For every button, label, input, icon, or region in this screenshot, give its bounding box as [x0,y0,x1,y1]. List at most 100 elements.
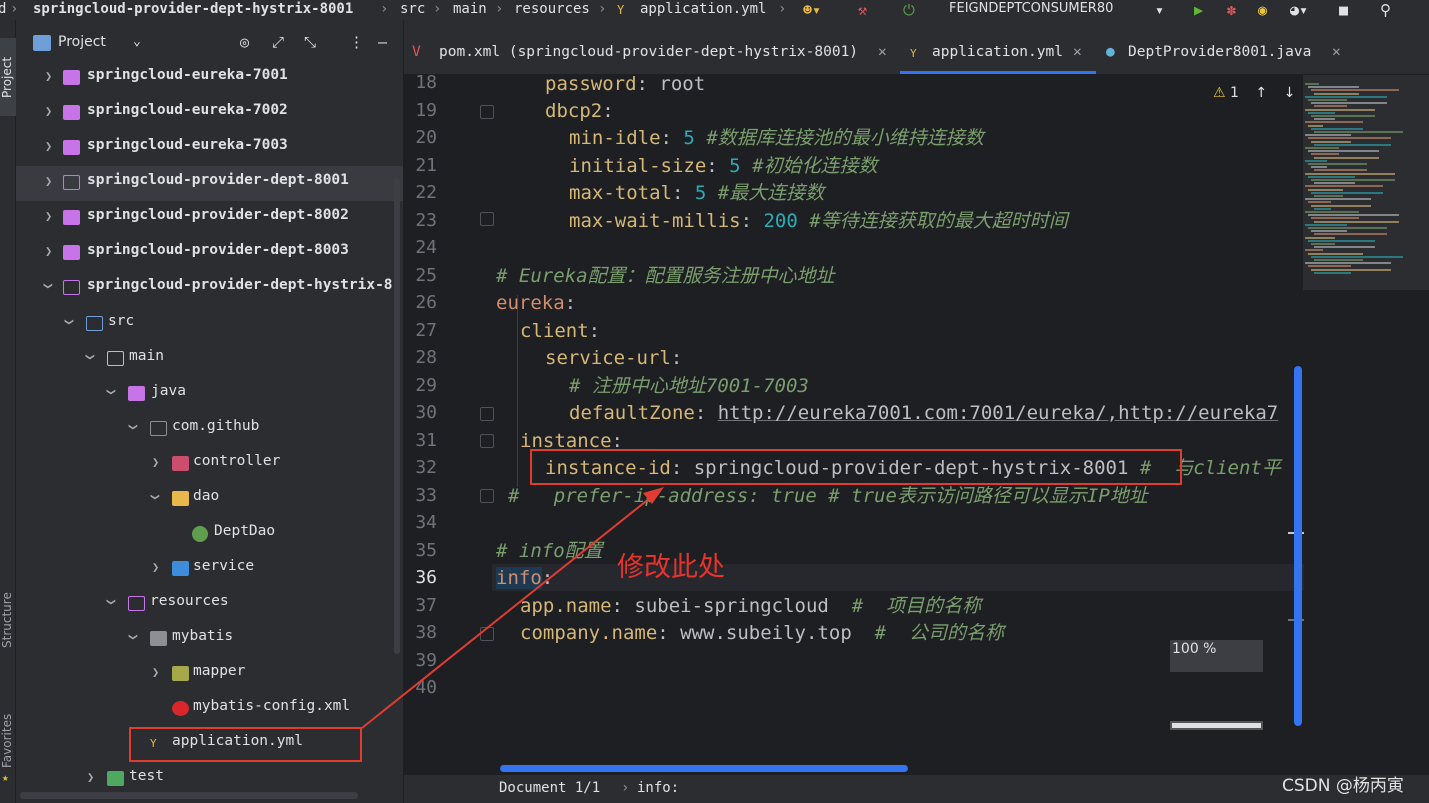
tree-item-label: service [193,558,255,574]
minimap[interactable] [1303,75,1429,290]
chevron-right-icon[interactable]: ❯ [87,770,94,784]
coverage-icon[interactable]: ◉ [1258,1,1267,19]
chevron-right-icon[interactable]: ❯ [152,665,159,679]
tree-item-folder[interactable]: ❯ mybatis [16,622,403,657]
users-icon[interactable]: ☻▾ [803,1,821,19]
chevron-right-icon[interactable]: ❯ [45,69,52,83]
arrow-down-icon[interactable]: ↓ [1284,85,1296,101]
tree-item-folder[interactable]: ❯ mapper [16,657,403,692]
tree-item-file[interactable]: mybatis-config.xml [16,692,403,727]
tree-item-folder[interactable]: ❯ src [16,307,403,342]
fold-marker[interactable] [480,434,494,448]
chevron-right-icon[interactable]: ❯ [45,174,52,188]
arrow-up-icon[interactable]: ↑ [1255,85,1267,101]
tree-item-module[interactable]: ❯ springcloud-provider-dept-8003 [16,236,403,271]
inspections-widget[interactable]: ⚠ 1 ↑ ↓ [1213,85,1295,101]
fold-marker[interactable] [480,627,494,641]
tree-item-folder[interactable]: ❯ main [16,342,403,377]
close-icon[interactable]: ✕ [1332,44,1341,60]
structure-tool-label[interactable]: Structure [0,592,14,648]
profiler-icon[interactable]: ◕▾ [1290,1,1308,19]
yaml-value-url[interactable]: http://eureka7001.com:7001/eureka/,http:… [718,402,1279,424]
editor-vertical-scrollbar[interactable] [1294,366,1302,726]
fold-marker[interactable] [480,407,494,421]
tree-item-package[interactable]: ❯ com.github [16,412,403,447]
options-icon[interactable]: ⋮ [349,33,364,51]
chevron-right-icon[interactable]: ❯ [152,560,159,574]
chevron-down-icon[interactable]: ⌄ [133,34,141,49]
chevron-down-icon[interactable]: ❯ [105,598,119,605]
collapse-all-icon[interactable]: ⤡ [304,33,316,51]
editor-horizontal-scrollbar[interactable] [500,765,908,772]
chevron-right-icon[interactable]: ❯ [45,209,52,223]
panel-hscrollbar[interactable] [20,792,358,799]
panel-scrollbar[interactable] [394,178,400,654]
tree-item-module[interactable]: ❯ springcloud-provider-dept-hystrix-8 [16,271,403,306]
project-panel-title[interactable]: Project [58,34,106,50]
tree-item-package[interactable]: ❯ dao [16,482,403,517]
nav-crumb-file[interactable]: application.yml [640,0,766,18]
tree-item-package[interactable]: ❯ service [16,552,403,587]
nav-crumb-root[interactable]: d [0,0,6,18]
power-icon[interactable]: ⏻ [903,1,915,19]
code-line-23: max-wait-millis: 200 #等待连接获取的最大超时时间 [569,208,1068,235]
breadcrumb-key[interactable]: info: [637,780,679,796]
hammer-icon[interactable]: ⚒ [858,1,867,19]
code-editor[interactable]: 18 19 20 21 22 23 24 25 26 27 28 29 30 3… [404,75,1429,775]
close-icon[interactable]: ✕ [878,44,887,60]
chevron-down-icon[interactable]: ❯ [127,423,141,430]
debug-icon[interactable]: ✽ [1227,1,1236,19]
close-icon[interactable]: ✕ [1073,44,1082,60]
zoom-indicator: 100 % [1170,640,1263,672]
chevron-down-icon[interactable]: ❯ [127,633,141,640]
tree-item-package[interactable]: ❯ controller [16,447,403,482]
stop-icon[interactable]: ■ [1339,1,1348,19]
yaml-value: root [659,75,706,95]
minimap-line [1305,223,1347,226]
tree-item-label: controller [193,453,281,469]
hide-icon[interactable]: — [378,33,387,51]
search-icon[interactable]: ⚲ [1380,1,1391,19]
tree-item-module[interactable]: ❯ springcloud-provider-dept-8001 [16,166,403,201]
run-icon[interactable]: ▶ [1194,1,1203,19]
folder-icon [63,175,80,190]
chevron-down-icon[interactable]: ❯ [149,493,163,500]
tree-item-module[interactable]: ❯ springcloud-eureka-7003 [16,131,403,166]
chevron-down-icon[interactable]: ❯ [84,353,98,360]
tab-pom-xml[interactable]: V pom.xml (springcloud-provider-dept-hys… [412,36,902,74]
nav-crumb-src[interactable]: src [400,0,425,18]
breadcrumb-document[interactable]: Document 1/1 [499,780,600,796]
chevron-right-icon[interactable]: ❯ [45,104,52,118]
nav-crumb-project[interactable]: springcloud-provider-dept-hystrix-8001 [33,0,353,18]
chevron-right-icon[interactable]: ❯ [45,244,52,258]
chevron-right-icon[interactable]: ❯ [152,455,159,469]
nav-separator: › [495,1,504,17]
tree-item-label: springcloud-eureka-7003 [87,137,288,153]
tree-item-folder[interactable]: ❯ java [16,377,403,412]
chevron-right-icon[interactable]: ❯ [45,139,52,153]
nav-crumb-resources[interactable]: resources [514,0,590,18]
fold-marker[interactable] [480,212,494,226]
chevron-down-icon[interactable]: ❯ [105,388,119,395]
run-config-select[interactable]: FEIGNDEPTCONSUMER80 [949,0,1113,18]
nav-crumb-main[interactable]: main [453,0,487,18]
fold-marker[interactable] [480,105,494,119]
tree-item-module[interactable]: ❯ springcloud-eureka-7001 [16,61,403,96]
tree-item-module[interactable]: ❯ springcloud-eureka-7002 [16,96,403,131]
tab-deptprovider8001-java[interactable]: ● DeptProvider8001.java ✕ [1104,36,1349,74]
expand-all-icon[interactable]: ⤢ [272,33,284,51]
tab-application-yml[interactable]: Y application.yml ✕ [900,36,1096,74]
tree-item-module[interactable]: ❯ springcloud-provider-dept-8002 [16,201,403,236]
fold-marker[interactable] [480,489,494,503]
tree-item-interface[interactable]: DeptDao [16,517,403,552]
zoom-slider[interactable] [1170,721,1263,730]
chevron-down-icon[interactable]: ▾ [1155,1,1164,19]
locate-icon[interactable]: ◎ [240,33,249,51]
nav-separator: › [10,1,19,17]
chevron-down-icon[interactable]: ❯ [42,282,56,289]
chevron-down-icon[interactable]: ❯ [63,318,77,325]
favorites-tool-label[interactable]: Favorites [0,714,14,768]
tree-item-folder[interactable]: ❯ resources [16,587,403,622]
module-icon [63,210,80,225]
project-tool-label[interactable]: Project [0,57,14,98]
